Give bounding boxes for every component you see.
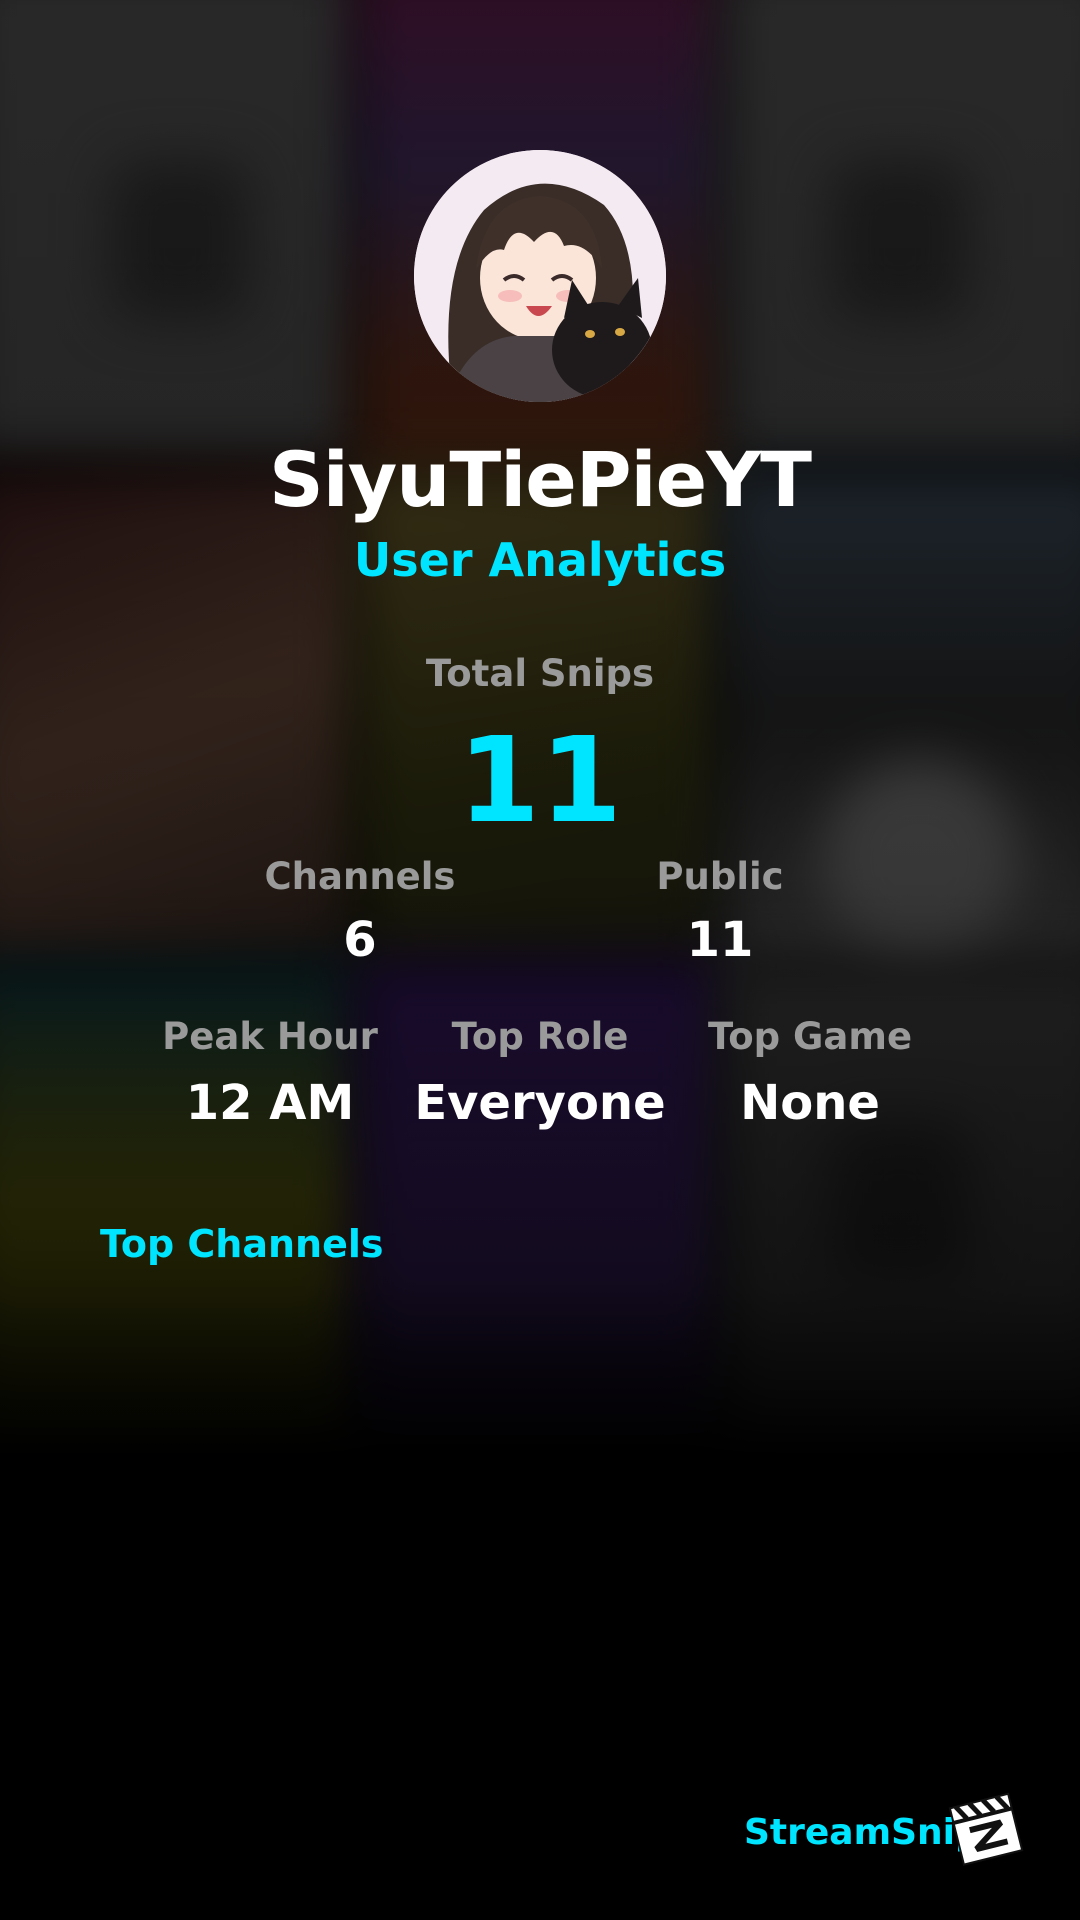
clapperboard-logo-icon — [948, 1790, 1026, 1868]
peak-hour-label: Peak Hour — [162, 1015, 378, 1058]
total-snips-label: Total Snips — [425, 652, 655, 695]
total-snips-value: 11 — [457, 711, 623, 849]
channels-label: Channels — [264, 855, 456, 898]
anime-avatar-icon — [414, 150, 666, 402]
avatar — [414, 150, 666, 402]
top-role-label: Top Role — [451, 1015, 629, 1058]
analytics-screen: SiyuTiePieYT User Analytics Total Snips … — [0, 0, 1080, 1920]
public-value: 11 — [686, 912, 754, 968]
channels-value: 6 — [343, 912, 377, 968]
page-subtitle: User Analytics — [353, 533, 727, 587]
top-role-value: Everyone — [414, 1075, 666, 1131]
username: SiyuTiePieYT — [268, 435, 812, 524]
public-label: Public — [656, 855, 784, 898]
peak-hour-value: 12 AM — [185, 1075, 355, 1131]
brand-name: StreamSnip — [744, 1812, 981, 1853]
top-game-value: None — [740, 1075, 880, 1131]
top-game-label: Top Game — [707, 1015, 913, 1058]
top-channels-title: Top Channels — [100, 1222, 384, 1266]
analytics-content: SiyuTiePieYT User Analytics Total Snips … — [0, 0, 1080, 1920]
